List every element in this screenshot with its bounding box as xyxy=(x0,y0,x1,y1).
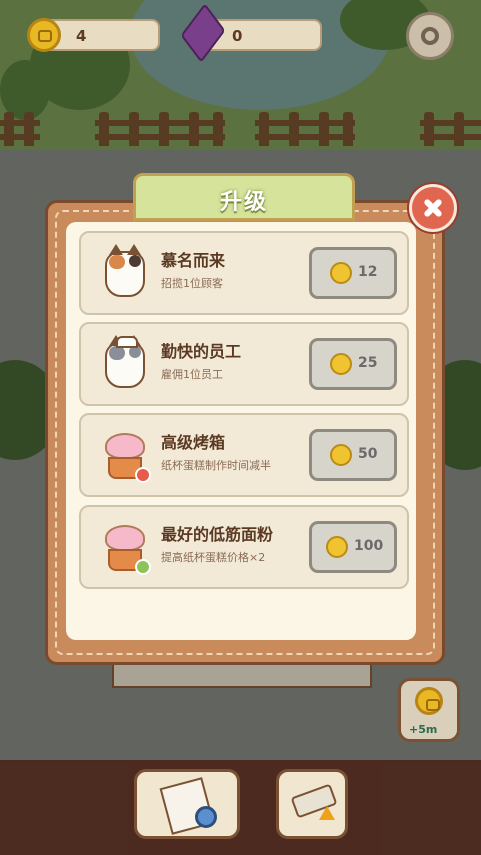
price: 12 xyxy=(358,264,378,280)
cupcake-timer-icon xyxy=(97,427,155,485)
upgrade-name: 慕名而来 xyxy=(161,251,226,270)
buy-button[interactable]: 50 xyxy=(309,429,397,481)
upgrade-item-staff: 勤快的员工 雇佣1位员工 25 xyxy=(79,322,409,406)
upgrade-desc: 雇佣1位员工 xyxy=(161,368,223,381)
upgrade-desc: 纸杯蛋糕制作时间减半 xyxy=(161,459,271,472)
upgrade-name: 勤快的员工 xyxy=(161,342,242,361)
upgrade-item-flour: 最好的低筋面粉 提高纸杯蛋糕价格×2 100 xyxy=(79,505,409,589)
newspaper-button[interactable] xyxy=(134,769,240,839)
upgrade-item-famous: 慕名而来 招揽1位顾客 12 xyxy=(79,231,409,315)
cupcake-plus-icon xyxy=(97,519,155,577)
coin-boost-icon xyxy=(415,687,443,715)
coin-boost-button[interactable]: +5m xyxy=(398,678,460,742)
gem-count: 0 xyxy=(232,27,243,45)
upgrade-item-oven: 高级烤箱 纸杯蛋糕制作时间减半 50 xyxy=(79,413,409,497)
magnifier-icon xyxy=(195,806,217,828)
coin-count: 4 xyxy=(76,27,87,45)
price: 100 xyxy=(354,538,384,554)
calico-cat-icon xyxy=(97,244,155,303)
upgrade-arrow-icon xyxy=(319,806,335,820)
settings-button[interactable] xyxy=(406,12,454,60)
upgrade-desc: 招揽1位顾客 xyxy=(161,277,223,290)
price: 50 xyxy=(358,446,378,462)
coin-icon xyxy=(330,444,352,466)
close-button[interactable] xyxy=(409,184,457,232)
dialog-title: 升级 xyxy=(219,190,268,215)
boost-label: +5m xyxy=(409,723,438,736)
price: 25 xyxy=(358,355,378,371)
coin-icon xyxy=(330,353,352,375)
cat-coin-icon xyxy=(27,18,61,52)
upgrade-name: 高级烤箱 xyxy=(161,433,226,452)
buy-button[interactable]: 25 xyxy=(309,338,397,390)
buy-button[interactable]: 12 xyxy=(309,247,397,299)
gear-icon xyxy=(421,27,439,45)
decorate-button[interactable] xyxy=(276,769,348,839)
coin-icon xyxy=(330,262,352,284)
chef-cat-icon xyxy=(97,335,155,394)
dialog-title-tab: 升级 xyxy=(133,173,355,221)
coin-icon xyxy=(326,536,348,558)
upgrade-name: 最好的低筋面粉 xyxy=(161,525,274,544)
upgrade-desc: 提高纸杯蛋糕价格×2 xyxy=(161,551,266,564)
buy-button[interactable]: 100 xyxy=(309,521,397,573)
